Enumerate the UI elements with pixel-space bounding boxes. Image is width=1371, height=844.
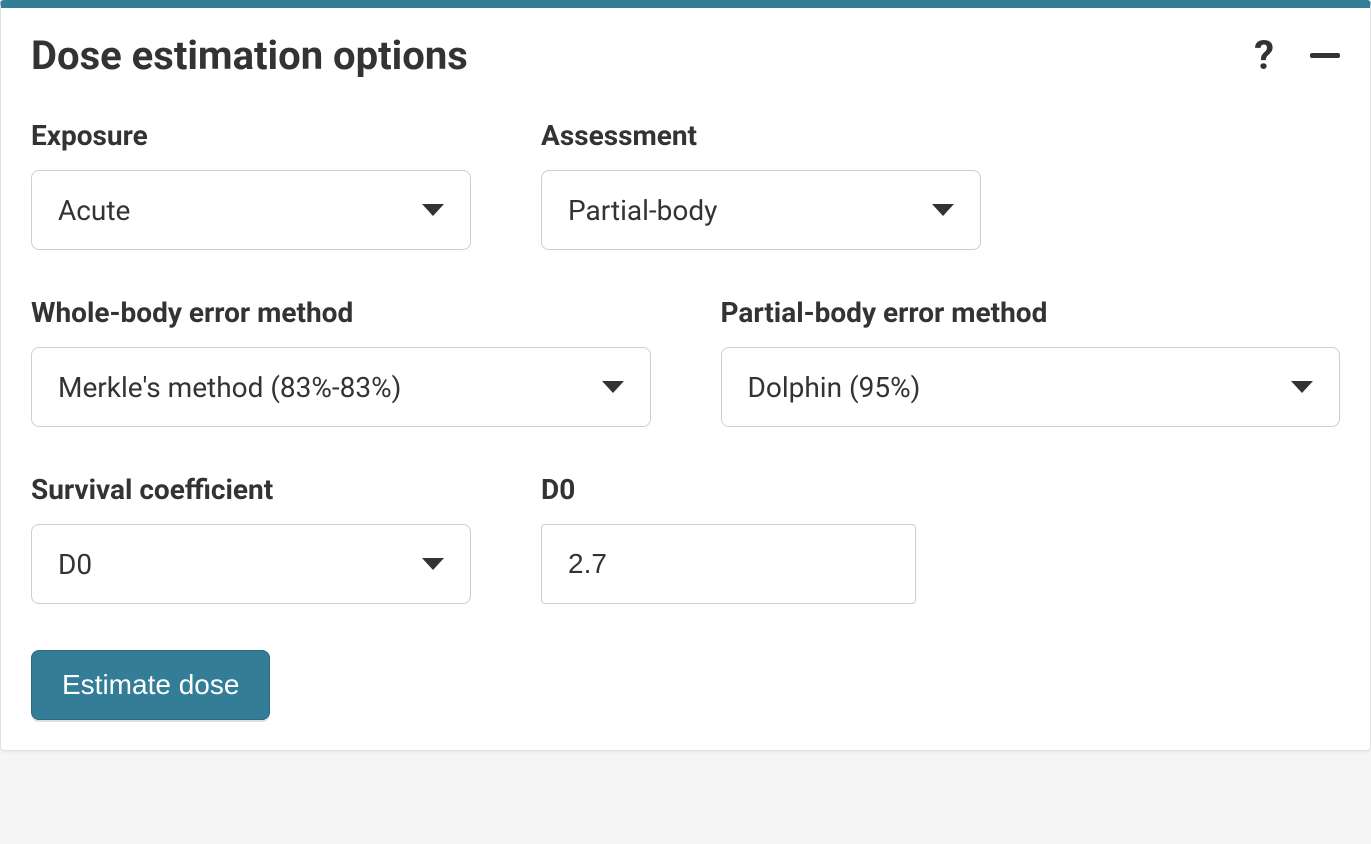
exposure-label: Exposure (31, 119, 471, 152)
assessment-group: Assessment Partial-body (541, 119, 981, 250)
survival-coeff-value: D0 (58, 548, 422, 581)
partial-body-error-value: Dolphin (95%) (748, 371, 1292, 404)
whole-body-error-group: Whole-body error method Merkle's method … (31, 296, 651, 427)
survival-coeff-label: Survival coefficient (31, 473, 471, 506)
estimate-dose-button[interactable]: Estimate dose (31, 650, 270, 720)
chevron-down-icon (422, 204, 444, 216)
exposure-value: Acute (58, 194, 422, 227)
chevron-down-icon (1291, 381, 1313, 393)
chevron-down-icon (422, 558, 444, 570)
d0-input[interactable] (541, 524, 916, 604)
assessment-value: Partial-body (568, 194, 932, 227)
minimize-icon[interactable] (1310, 53, 1340, 58)
survival-coeff-select[interactable]: D0 (31, 524, 471, 604)
assessment-label: Assessment (541, 119, 981, 152)
dose-estimation-panel: Dose estimation options ? Exposure Acute… (0, 0, 1371, 751)
panel-title: Dose estimation options (31, 32, 468, 79)
whole-body-error-select[interactable]: Merkle's method (83%-83%) (31, 347, 651, 427)
partial-body-error-group: Partial-body error method Dolphin (95%) (721, 296, 1341, 427)
chevron-down-icon (932, 204, 954, 216)
whole-body-error-label: Whole-body error method (31, 296, 651, 329)
partial-body-error-select[interactable]: Dolphin (95%) (721, 347, 1341, 427)
d0-label: D0 (541, 473, 916, 506)
assessment-select[interactable]: Partial-body (541, 170, 981, 250)
exposure-group: Exposure Acute (31, 119, 471, 250)
d0-group: D0 (541, 473, 916, 604)
panel-header: Dose estimation options ? (31, 32, 1340, 79)
survival-coeff-group: Survival coefficient D0 (31, 473, 471, 604)
chevron-down-icon (602, 381, 624, 393)
whole-body-error-value: Merkle's method (83%-83%) (58, 371, 602, 404)
exposure-select[interactable]: Acute (31, 170, 471, 250)
partial-body-error-label: Partial-body error method (721, 296, 1341, 329)
help-icon[interactable]: ? (1254, 36, 1274, 76)
